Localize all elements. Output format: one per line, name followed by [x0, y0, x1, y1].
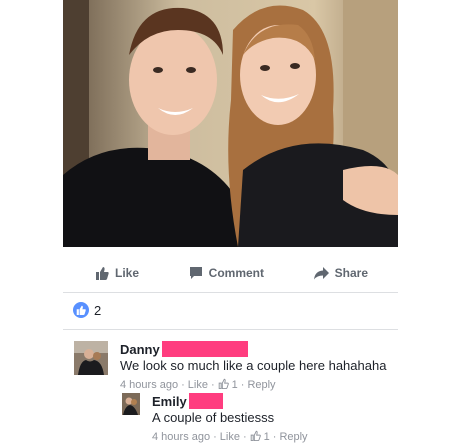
- comment-bubble-icon: [189, 266, 203, 280]
- selfie-image: [63, 0, 398, 247]
- reply-item: Emily A couple of bestiesss 4 hours ago …: [122, 393, 308, 444]
- comment-text: A couple of bestiesss: [152, 410, 275, 425]
- post-action-bar: Like Comment Share: [63, 258, 398, 288]
- meta-separator: ·: [181, 379, 185, 391]
- reaction-summary[interactable]: 2: [73, 302, 101, 318]
- like-label: Like: [115, 266, 140, 280]
- comment-reply-link[interactable]: Reply: [247, 379, 275, 391]
- comment-label: Comment: [208, 266, 264, 280]
- divider: [63, 329, 398, 330]
- post-photo[interactable]: [63, 0, 398, 247]
- meta-separator: ·: [272, 431, 277, 443]
- share-button[interactable]: Share: [313, 266, 368, 280]
- commenter-name[interactable]: Danny: [120, 342, 160, 357]
- share-label: Share: [334, 266, 368, 280]
- meta-separator: ·: [213, 431, 217, 443]
- share-arrow-icon: [313, 266, 329, 280]
- comment-timestamp[interactable]: 4 hours ago: [120, 379, 178, 391]
- thumbs-up-outline-icon: [218, 378, 229, 392]
- comment-button[interactable]: Comment: [189, 266, 264, 280]
- like-reaction-icon: [73, 302, 89, 318]
- comment-reply-link[interactable]: Reply: [279, 431, 307, 443]
- meta-separator: ·: [242, 431, 247, 443]
- comment-text: We look so much like a couple here hahah…: [120, 358, 387, 373]
- comment-like-count[interactable]: 1: [232, 379, 238, 391]
- redaction-bar: [161, 341, 248, 357]
- commenter-name[interactable]: Emily: [152, 394, 187, 409]
- comment-meta: 4 hours ago · Like · 1 · Reply: [120, 378, 386, 392]
- comment-like-link[interactable]: Like: [220, 431, 240, 443]
- avatar[interactable]: [74, 341, 108, 375]
- comment-timestamp[interactable]: 4 hours ago: [152, 431, 210, 443]
- comment-like-count[interactable]: 1: [264, 431, 270, 443]
- comment-item: Danny We look so much like a couple here…: [74, 341, 386, 392]
- comment-like-link[interactable]: Like: [188, 379, 208, 391]
- redaction-bar: [188, 393, 223, 409]
- meta-separator: ·: [240, 379, 245, 391]
- like-button[interactable]: Like: [95, 266, 139, 280]
- avatar[interactable]: [122, 393, 140, 415]
- thumbs-up-icon: [95, 266, 109, 280]
- reaction-count: 2: [94, 302, 102, 318]
- meta-separator: ·: [210, 379, 215, 391]
- divider: [63, 292, 398, 293]
